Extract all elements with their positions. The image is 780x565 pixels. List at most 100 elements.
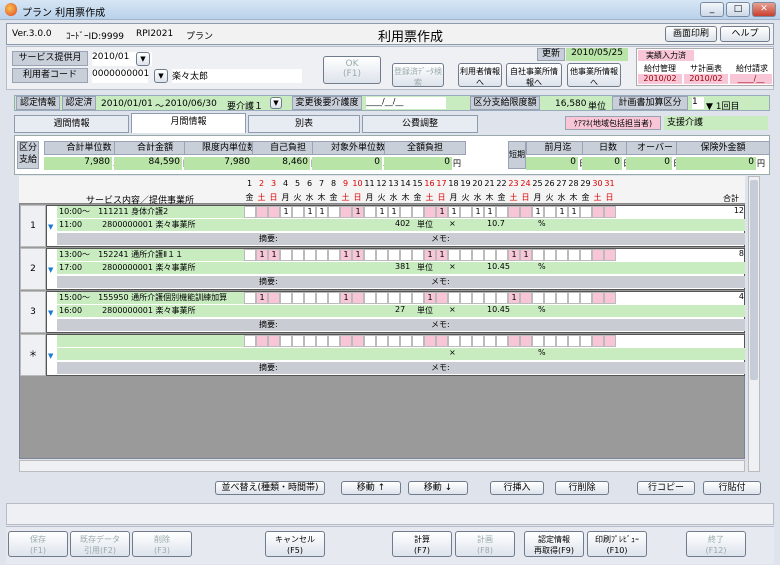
- day-cell[interactable]: [508, 206, 520, 218]
- memo-row[interactable]: 摘要: メモ:: [57, 276, 745, 288]
- day-cell[interactable]: [268, 335, 280, 347]
- tab-monthly[interactable]: 月間情報: [131, 113, 246, 133]
- day-cell[interactable]: 1: [256, 292, 268, 304]
- fkey-button-8[interactable]: 印刷ﾌﾟﾚﾋﾞｭｰ (F10): [587, 531, 647, 557]
- day-cell[interactable]: [460, 335, 472, 347]
- day-cell[interactable]: [256, 206, 268, 218]
- day-cell[interactable]: [400, 249, 412, 261]
- day-cell[interactable]: [244, 292, 256, 304]
- day-cell[interactable]: [592, 249, 604, 261]
- day-cell[interactable]: [568, 292, 580, 304]
- day-cell[interactable]: [544, 206, 556, 218]
- print-screen-button[interactable]: 画面印刷: [665, 26, 717, 42]
- day-cell[interactable]: [268, 206, 280, 218]
- day-cell[interactable]: [532, 249, 544, 261]
- day-cell[interactable]: [328, 206, 340, 218]
- day-cell[interactable]: [412, 206, 424, 218]
- row-expand-icon[interactable]: ▼: [48, 266, 56, 274]
- day-cell[interactable]: [244, 206, 256, 218]
- day-cell[interactable]: [412, 335, 424, 347]
- day-cell[interactable]: [472, 335, 484, 347]
- day-cell[interactable]: [592, 335, 604, 347]
- day-cell[interactable]: [580, 249, 592, 261]
- day-cell[interactable]: [304, 249, 316, 261]
- day-cell[interactable]: [244, 335, 256, 347]
- horizontal-scrollbar[interactable]: [19, 460, 745, 472]
- help-button[interactable]: ヘルプ: [720, 26, 770, 42]
- day-cell[interactable]: [544, 292, 556, 304]
- day-cell[interactable]: 1: [340, 292, 352, 304]
- row-expand-icon[interactable]: ▼: [48, 223, 56, 231]
- copy-row-button[interactable]: 行コピー: [637, 481, 695, 495]
- day-cell[interactable]: [376, 335, 388, 347]
- day-cell[interactable]: 1: [340, 249, 352, 261]
- day-cell[interactable]: [436, 292, 448, 304]
- day-cell[interactable]: [424, 206, 436, 218]
- fkey-button-3[interactable]: 削除 (F3): [132, 531, 192, 557]
- day-cell[interactable]: [592, 292, 604, 304]
- day-cell[interactable]: 1: [352, 206, 364, 218]
- day-cell[interactable]: [568, 249, 580, 261]
- day-cell[interactable]: [316, 335, 328, 347]
- day-cell[interactable]: 1: [352, 249, 364, 261]
- day-cell[interactable]: 1: [424, 249, 436, 261]
- day-cell[interactable]: [304, 292, 316, 304]
- day-cell[interactable]: [316, 249, 328, 261]
- day-cell[interactable]: 1: [484, 206, 496, 218]
- day-cell[interactable]: [280, 249, 292, 261]
- day-cell[interactable]: 1: [268, 249, 280, 261]
- day-cell[interactable]: [460, 292, 472, 304]
- day-cell[interactable]: 1: [568, 206, 580, 218]
- day-cell[interactable]: 1: [436, 206, 448, 218]
- day-cell[interactable]: [556, 335, 568, 347]
- day-cell[interactable]: [604, 335, 616, 347]
- day-cell[interactable]: [496, 335, 508, 347]
- day-cell[interactable]: [604, 206, 616, 218]
- day-cell[interactable]: [364, 249, 376, 261]
- day-cell[interactable]: [400, 335, 412, 347]
- day-cell[interactable]: [412, 249, 424, 261]
- day-cell[interactable]: [340, 206, 352, 218]
- day-cell[interactable]: [400, 292, 412, 304]
- plan-value[interactable]: 1: [692, 97, 704, 109]
- other-office-button[interactable]: 他事業所情報へ: [567, 63, 621, 87]
- day-cell[interactable]: [280, 292, 292, 304]
- day-cell[interactable]: 1: [304, 206, 316, 218]
- day-cell[interactable]: [508, 335, 520, 347]
- tab-public-adjust[interactable]: 公費調整: [362, 115, 478, 133]
- day-cell[interactable]: 1: [424, 292, 436, 304]
- user-code-input[interactable]: 0000000001: [92, 69, 149, 83]
- day-cell[interactable]: [496, 206, 508, 218]
- paste-row-button[interactable]: 行貼付: [703, 481, 761, 495]
- day-cell[interactable]: [292, 206, 304, 218]
- day-cell[interactable]: [496, 249, 508, 261]
- day-cell[interactable]: 1: [508, 249, 520, 261]
- day-cell[interactable]: [388, 292, 400, 304]
- day-cell[interactable]: [556, 249, 568, 261]
- day-cell[interactable]: [364, 292, 376, 304]
- fkey-button-5[interactable]: 計算 (F7): [392, 531, 452, 557]
- minimize-button[interactable]: _: [700, 2, 724, 17]
- sort-button[interactable]: 並べ替え(種類・時間帯): [215, 481, 325, 495]
- day-cell[interactable]: [364, 206, 376, 218]
- row-expand-icon[interactable]: ▼: [48, 352, 56, 360]
- own-office-button[interactable]: 自社事業所情報へ: [506, 63, 562, 87]
- day-cell[interactable]: [556, 292, 568, 304]
- day-cell[interactable]: [352, 335, 364, 347]
- day-cell[interactable]: [472, 292, 484, 304]
- day-cell[interactable]: 1: [376, 206, 388, 218]
- day-cell[interactable]: [316, 292, 328, 304]
- day-cell[interactable]: [388, 335, 400, 347]
- day-cell[interactable]: [460, 206, 472, 218]
- day-cell[interactable]: [328, 335, 340, 347]
- day-cell[interactable]: [376, 249, 388, 261]
- day-cell[interactable]: [484, 335, 496, 347]
- memo-row[interactable]: 摘要: メモ:: [57, 319, 745, 331]
- day-cell[interactable]: [304, 335, 316, 347]
- day-cell[interactable]: [340, 335, 352, 347]
- day-cell[interactable]: [484, 292, 496, 304]
- ok-button[interactable]: OK (F1): [323, 56, 381, 84]
- change-level-input[interactable]: ____/__/__: [366, 97, 446, 109]
- day-cell[interactable]: [244, 249, 256, 261]
- tab-weekly[interactable]: 週間情報: [14, 115, 129, 133]
